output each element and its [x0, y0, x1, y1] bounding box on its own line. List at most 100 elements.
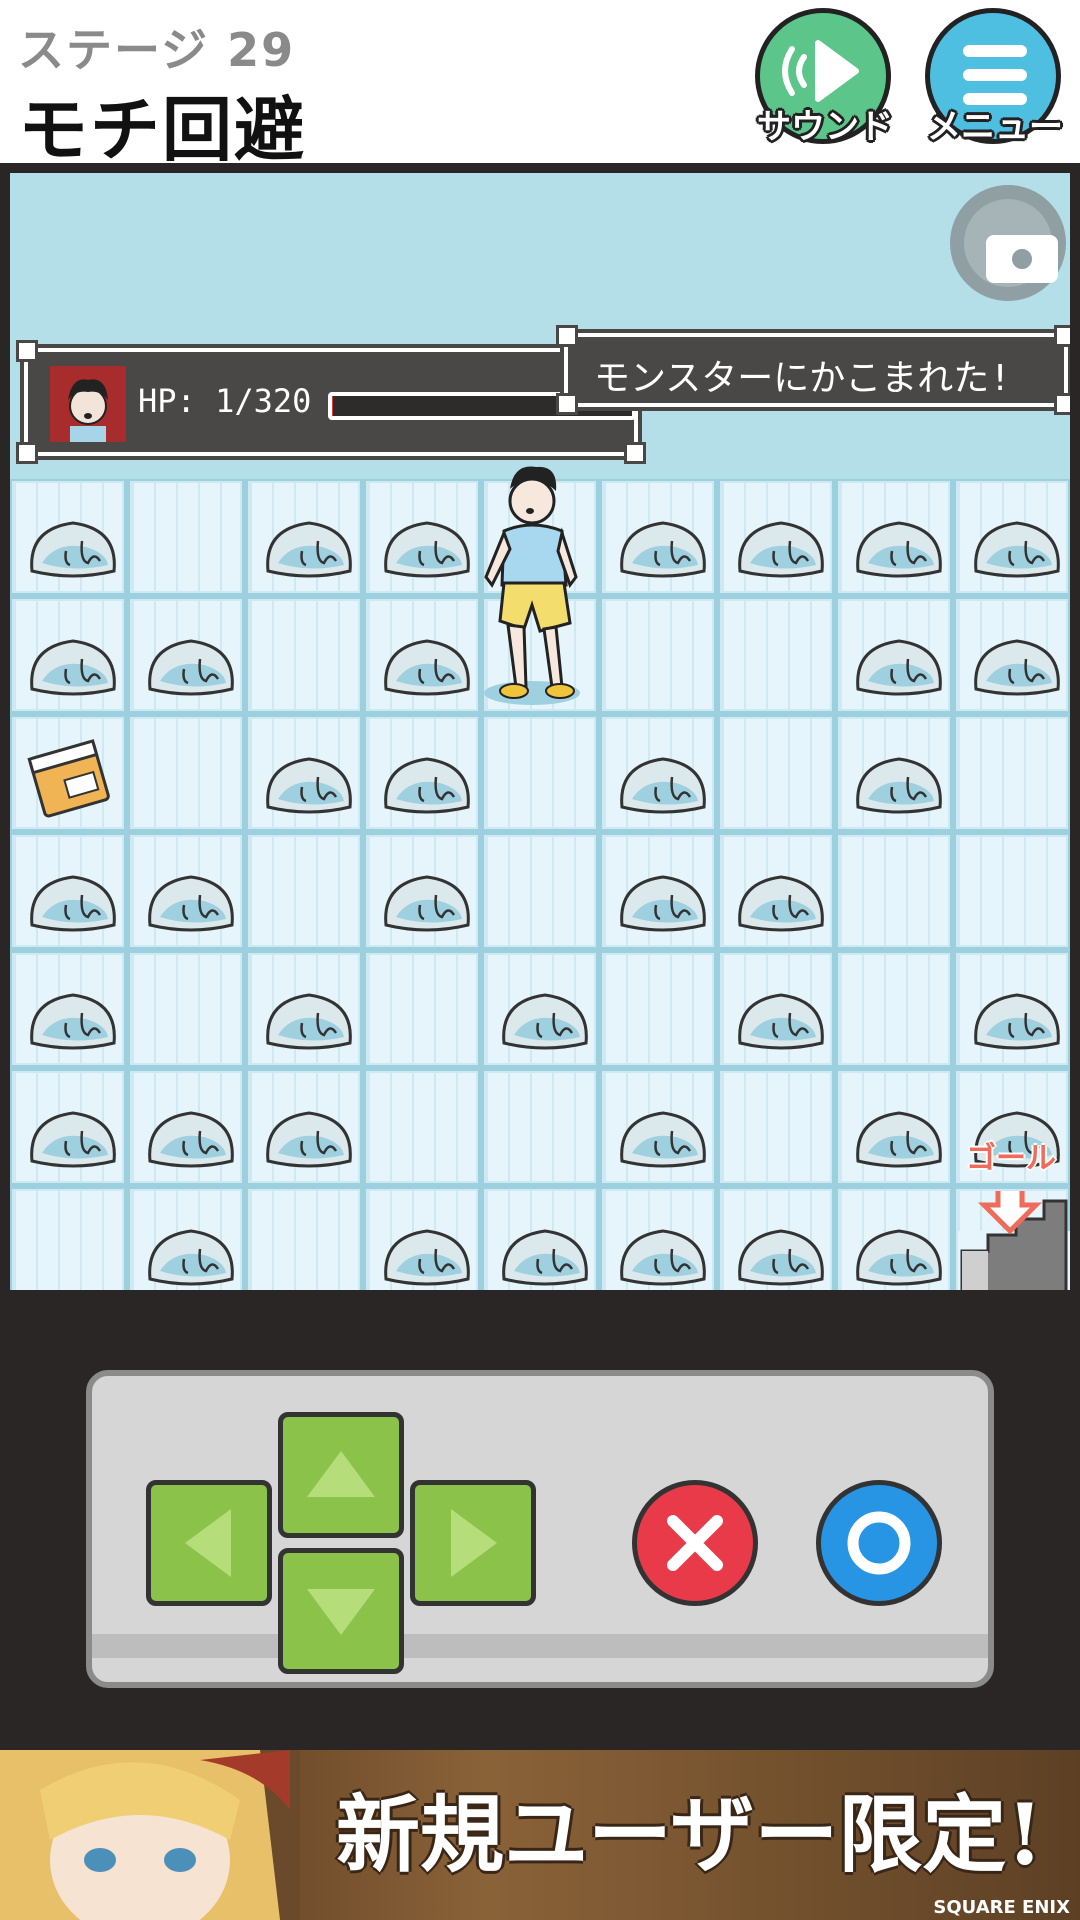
- board-cell: [720, 1189, 832, 1290]
- board-cell: [484, 717, 596, 829]
- stage-title: モチ回避: [18, 89, 306, 171]
- slime-monster: [266, 993, 352, 1050]
- slime-monster: [30, 993, 116, 1050]
- right-button[interactable]: [410, 1480, 536, 1606]
- board-cell: [130, 953, 242, 1065]
- board-cell: [602, 481, 714, 593]
- board-cell: [248, 835, 360, 947]
- ad-brand: SQUARE ENIX: [933, 1897, 1070, 1918]
- sound-button[interactable]: サウンド: [755, 8, 895, 148]
- board-cell: [838, 835, 950, 947]
- slime-monster: [738, 875, 824, 932]
- slime-monster: [738, 993, 824, 1050]
- board-cell: [838, 599, 950, 711]
- camera-button[interactable]: [950, 185, 1066, 301]
- slime-monster: [974, 639, 1060, 696]
- board-cell: [130, 599, 242, 711]
- slime-monster: [266, 757, 352, 814]
- board-cell: [956, 835, 1068, 947]
- game-area: ゴール HP: 1/320 モンスターにかこまれた!: [10, 173, 1070, 1290]
- slime-monster: [974, 993, 1060, 1050]
- slime-monster: [620, 757, 706, 814]
- board-cell: [720, 835, 832, 947]
- board-cell: [248, 599, 360, 711]
- board-cell: [366, 1189, 478, 1290]
- game-frame: ゴール HP: 1/320 モンスターにかこまれた!: [0, 163, 1080, 1300]
- board-cell: [248, 1189, 360, 1290]
- camera-icon: [964, 199, 1058, 287]
- confirm-o-button[interactable]: [816, 1480, 942, 1606]
- ad-banner[interactable]: 新規ユーザー限定! SQUARE ENIX: [0, 1750, 1080, 1920]
- left-button[interactable]: [146, 1480, 272, 1606]
- board-cell: [602, 953, 714, 1065]
- sound-label: サウンド: [757, 107, 893, 147]
- slime-monster: [266, 1111, 352, 1168]
- board-cell: [956, 481, 1068, 593]
- slime-monster: [266, 521, 352, 578]
- board-cell: [366, 1071, 478, 1183]
- menu-line-icon: [963, 45, 1027, 57]
- slime-monster: [502, 1229, 588, 1286]
- slime-monster: [620, 875, 706, 932]
- arrow-down-icon: [307, 1589, 375, 1635]
- goal-cell: [956, 1189, 1070, 1290]
- board-cell: [366, 481, 478, 593]
- board-cell: [484, 835, 596, 947]
- o-icon: [847, 1511, 911, 1575]
- up-button[interactable]: [278, 1412, 404, 1538]
- board-cell: [12, 835, 124, 947]
- board-cell: [248, 717, 360, 829]
- slime-monster: [856, 1111, 942, 1168]
- board-cell: [484, 1189, 596, 1290]
- board-cell: [838, 1071, 950, 1183]
- arrow-up-icon: [307, 1451, 375, 1497]
- message-box: モンスターにかこまれた!: [556, 325, 1070, 415]
- slime-monster: [974, 521, 1060, 578]
- slime-monster: [502, 993, 588, 1050]
- game-board: [10, 466, 1070, 1290]
- board-cell: [12, 1189, 124, 1290]
- ad-character-image: [0, 1750, 300, 1920]
- slime-monster: [738, 521, 824, 578]
- player-character: [484, 466, 580, 705]
- board-cell: [130, 717, 242, 829]
- slime-monster: [384, 757, 470, 814]
- board-cell: [130, 481, 242, 593]
- ad-headline: 新規ユーザー限定!: [336, 1785, 1044, 1884]
- board-cell: [130, 1189, 242, 1290]
- menu-button[interactable]: メニュー: [925, 8, 1065, 148]
- hp-text: HP: 1/320: [138, 382, 312, 420]
- menu-line-icon: [963, 69, 1027, 81]
- board-cell: [248, 1071, 360, 1183]
- slime-monster: [148, 639, 234, 696]
- controller-area: [0, 1300, 1080, 1750]
- board-cell: [366, 953, 478, 1065]
- slime-monster: [384, 875, 470, 932]
- board-cell: [484, 953, 596, 1065]
- hp-bar-fill: [332, 396, 333, 416]
- slime-monster: [620, 1111, 706, 1168]
- slime-monster: [30, 521, 116, 578]
- slime-monster: [856, 639, 942, 696]
- board-cell: [12, 953, 124, 1065]
- board-cell: [838, 953, 950, 1065]
- header: ステージ 29 モチ回避 サウンド メニュー: [0, 0, 1080, 171]
- player-portrait: [50, 366, 126, 442]
- slime-monster: [30, 639, 116, 696]
- menu-label: メニュー: [927, 107, 1063, 147]
- goal-stairs-icon: [958, 1191, 1070, 1290]
- board-cell: [838, 717, 950, 829]
- board-cell: [130, 1071, 242, 1183]
- stage-number: ステージ 29: [18, 23, 296, 77]
- board-cell: [248, 481, 360, 593]
- x-icon: [667, 1515, 723, 1571]
- board-cell: [720, 953, 832, 1065]
- cancel-x-button[interactable]: [632, 1480, 758, 1606]
- board-cell: [12, 481, 124, 593]
- board-cell: [602, 1071, 714, 1183]
- down-button[interactable]: [278, 1548, 404, 1674]
- hp-status-box: HP: 1/320: [16, 340, 646, 464]
- board-cell: [366, 835, 478, 947]
- message-text: モンスターにかこまれた!: [594, 358, 1011, 399]
- board-cell: [838, 481, 950, 593]
